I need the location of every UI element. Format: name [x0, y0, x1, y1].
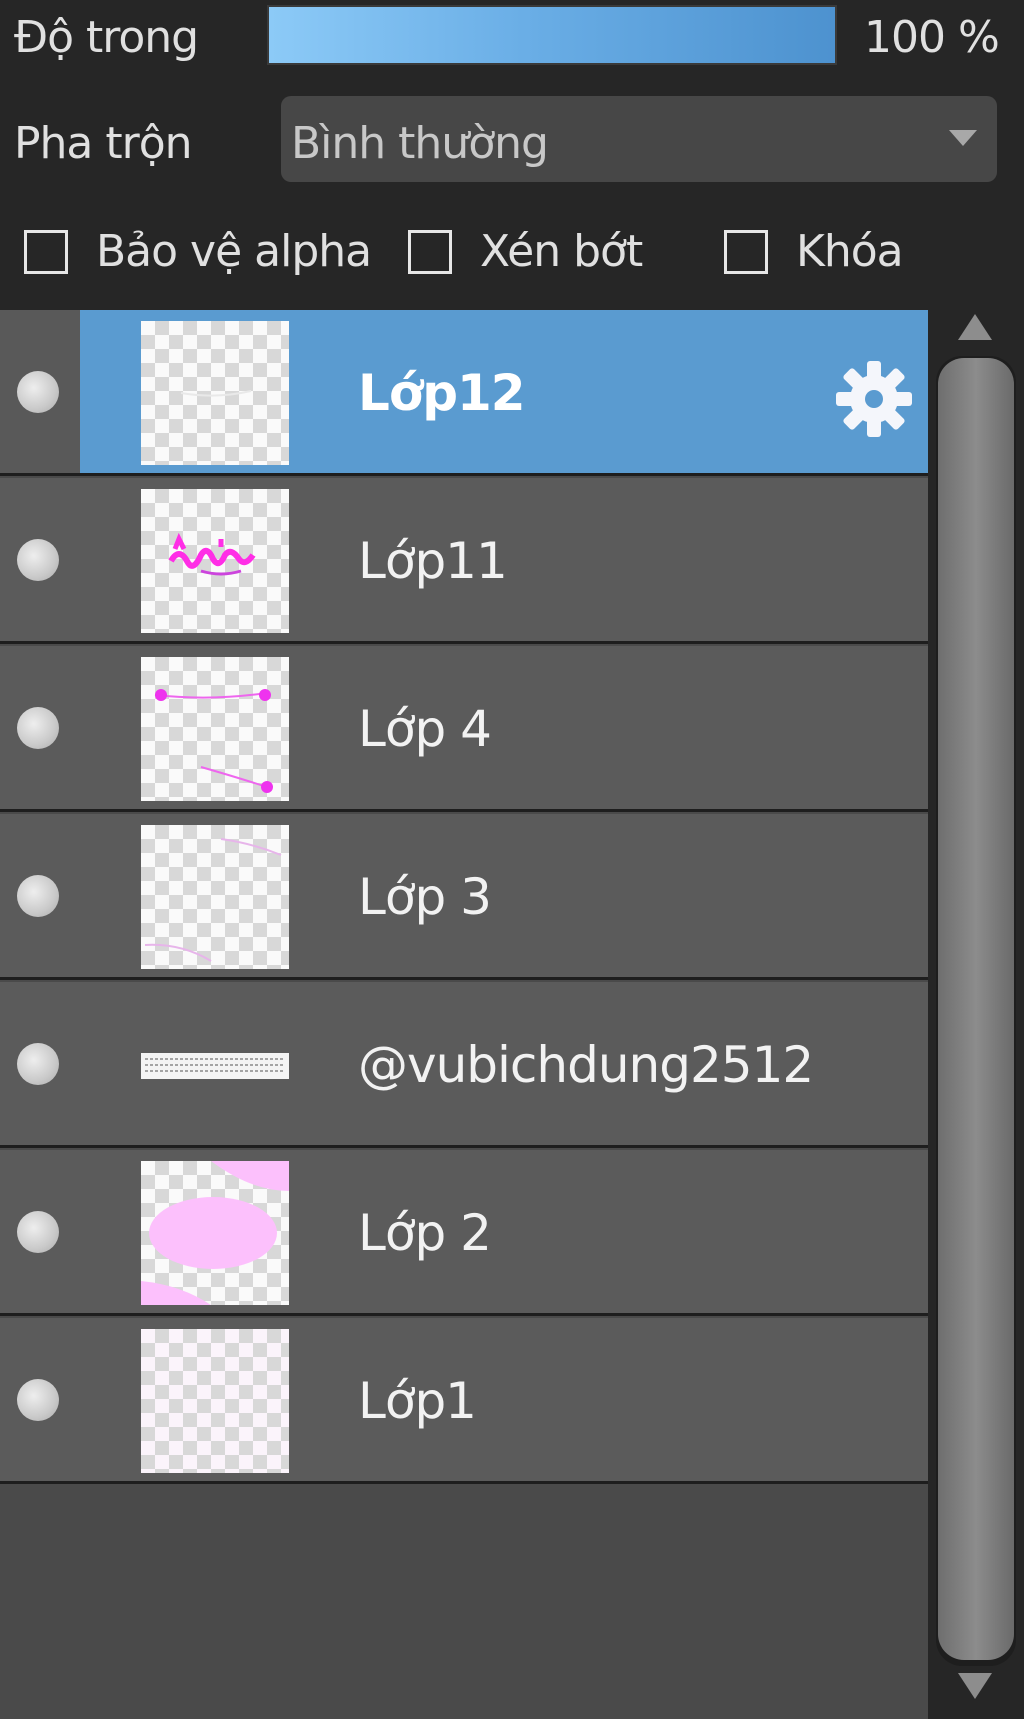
layer-name: Lớp 3 [358, 868, 492, 926]
gear-icon[interactable] [834, 359, 914, 439]
visibility-column[interactable] [0, 310, 80, 473]
visibility-toggle-icon[interactable] [17, 1211, 59, 1253]
layer-row[interactable]: Lớp 3 [0, 814, 928, 980]
visibility-column[interactable] [0, 646, 80, 809]
pink-text-scribble-thumbnail [141, 489, 289, 633]
opacity-label: Độ trong [14, 12, 199, 63]
lock-label: Khóa [796, 226, 904, 277]
layer-name: @vubichdung2512 [358, 1036, 814, 1094]
layer-row[interactable]: Lớp12 [0, 310, 928, 476]
faint-pink-curves-thumbnail [141, 825, 289, 969]
visibility-column[interactable] [0, 814, 80, 977]
layer-name: Lớp 2 [358, 1204, 492, 1262]
blend-mode-value: Bình thường [291, 118, 549, 169]
visibility-column[interactable] [0, 478, 80, 641]
visibility-toggle-icon[interactable] [17, 1043, 59, 1085]
clipping-label: Xén bớt [480, 226, 643, 277]
visibility-toggle-icon[interactable] [17, 875, 59, 917]
visibility-toggle-icon[interactable] [17, 371, 59, 413]
layer-row[interactable]: Lớp11 [0, 478, 928, 644]
layer-list[interactable]: Lớp12 Lớp11 Lớp 4 Lớp 3 @vubichdung2512 … [0, 310, 928, 1719]
layer-list-scrollbar[interactable] [928, 310, 1024, 1719]
blend-label: Pha trộn [14, 118, 193, 169]
opacity-slider[interactable] [267, 5, 837, 65]
checkbox-box[interactable] [408, 230, 452, 274]
scroll-down-icon[interactable] [958, 1673, 992, 1699]
pale-pink-fill-thumbnail [141, 1329, 289, 1473]
white-text-strip-thumbnail [141, 993, 289, 1137]
blank-layer-thumbnail [141, 321, 289, 465]
visibility-toggle-icon[interactable] [17, 539, 59, 581]
layer-row[interactable]: @vubichdung2512 [0, 982, 928, 1148]
pink-blob-thumbnail [141, 1161, 289, 1305]
layer-name: Lớp11 [358, 532, 508, 590]
opacity-slider-fill [269, 7, 835, 63]
blend-mode-dropdown[interactable]: Bình thường [281, 96, 997, 182]
layer-row[interactable]: Lớp 2 [0, 1150, 928, 1316]
layer-row[interactable]: Lớp 4 [0, 646, 928, 812]
chevron-down-icon [949, 130, 977, 146]
scroll-up-icon[interactable] [958, 314, 992, 340]
protect-alpha-label: Bảo vệ alpha [96, 226, 372, 277]
visibility-column[interactable] [0, 1150, 80, 1313]
checkbox-box[interactable] [24, 230, 68, 274]
opacity-value: 100 % [864, 12, 1000, 63]
visibility-column[interactable] [0, 982, 80, 1145]
layer-row[interactable]: Lớp1 [0, 1318, 928, 1484]
layer-name: Lớp 4 [358, 700, 492, 758]
visibility-column[interactable] [0, 1318, 80, 1481]
layer-name: Lớp12 [358, 364, 526, 422]
visibility-toggle-icon[interactable] [17, 1379, 59, 1421]
pink-line-dots-thumbnail [141, 657, 289, 801]
scrollbar-thumb[interactable] [938, 358, 1014, 1660]
checkbox-box[interactable] [724, 230, 768, 274]
visibility-toggle-icon[interactable] [17, 707, 59, 749]
layer-name: Lớp1 [358, 1372, 477, 1430]
